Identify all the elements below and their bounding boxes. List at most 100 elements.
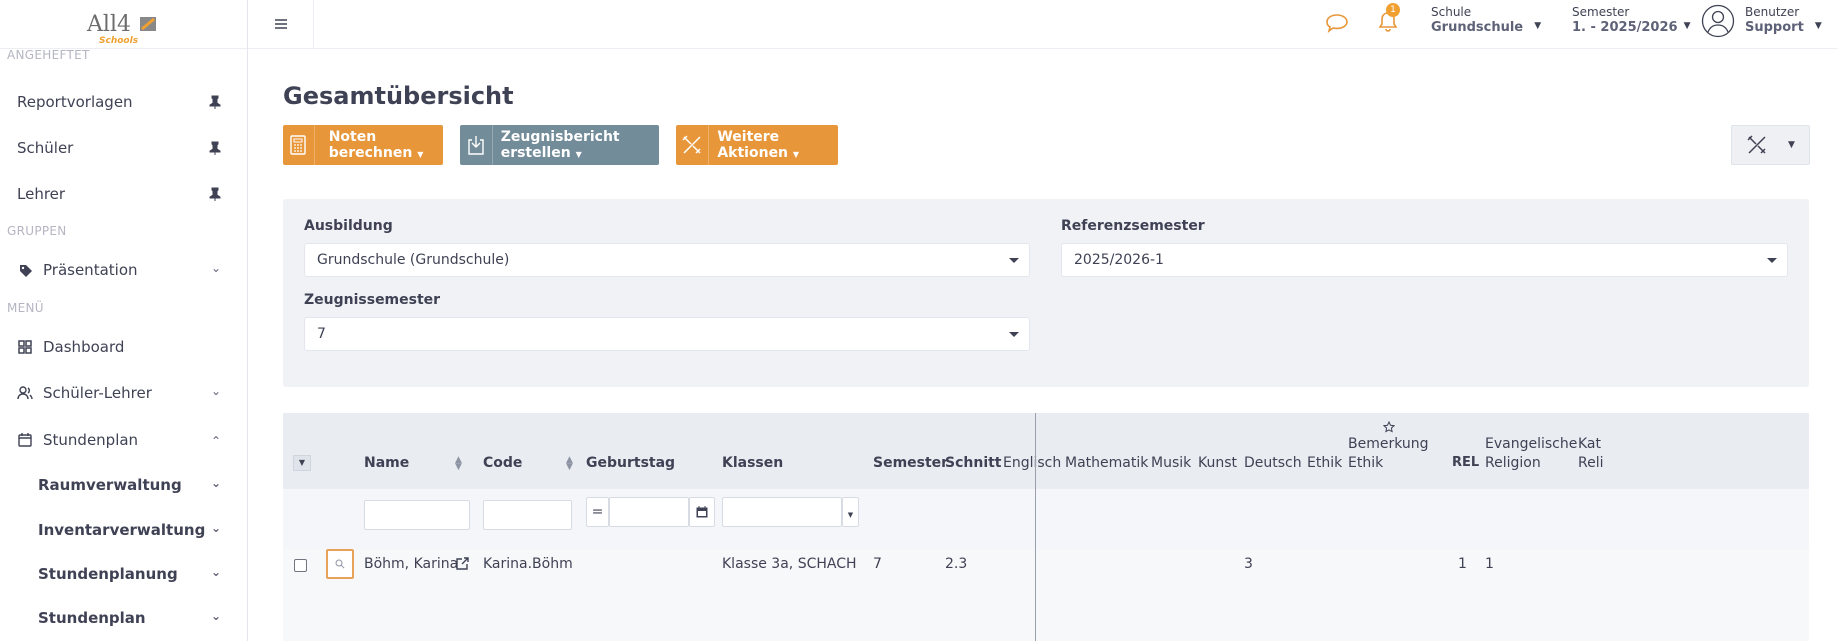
dropdown-arrow-icon (1009, 258, 1019, 263)
more-actions-button[interactable]: Weitere Aktionen ▼ (676, 125, 838, 165)
section-groups: GRUPPEN (7, 224, 67, 238)
caret-down-icon: ▼ (1814, 21, 1822, 31)
sort-icon[interactable]: ▲ ▼ (455, 456, 462, 472)
dashboard-grid-icon (17, 339, 33, 355)
more-actions-label: Weitere Aktionen (717, 129, 789, 161)
ausbildung-select[interactable]: Grundschule (Grundschule) (304, 243, 1030, 277)
semester-value: 1. - 2025/2026 (1572, 20, 1678, 35)
pin-icon[interactable] (209, 187, 221, 201)
external-link-icon[interactable] (456, 557, 469, 570)
row-checkbox[interactable] (294, 559, 307, 572)
sidebar-item-schueler[interactable]: Schüler (0, 130, 247, 166)
filter-panel: Ausbildung Grundschule (Grundschule) Ref… (283, 199, 1809, 387)
tag-icon (17, 262, 33, 278)
caret-down-icon: ▼ (1683, 21, 1691, 31)
column-header-evangelische-religion-sub: Religion (1485, 455, 1541, 471)
section-pinned: ANGEHEFTET (7, 48, 90, 62)
zeugnissemester-select[interactable]: 7 (304, 317, 1030, 351)
menu-toggle-button[interactable] (248, 0, 314, 48)
geburtstag-filter-input[interactable] (609, 497, 689, 527)
sidebar-item-label: Schüler-Lehrer (43, 384, 152, 402)
column-header-deutsch[interactable]: Deutsch (1244, 455, 1302, 471)
code-filter-input[interactable] (483, 500, 572, 530)
sidebar-item-label: Lehrer (17, 185, 66, 203)
column-header-mathematik[interactable]: Mathematik (1065, 455, 1148, 471)
sidebar: All4 Schools ANGEHEFTET Reportvorlagen Sc… (0, 0, 248, 641)
logo-mark-icon (139, 16, 156, 31)
column-header-ethik[interactable]: Ethik (1307, 455, 1342, 471)
column-header-geburtstag[interactable]: Geburtstag (586, 455, 675, 471)
sidebar-item-label: Stundenplan (43, 431, 139, 449)
grid-filter-row: = ▼ (283, 489, 1809, 549)
sidebar-item-dashboard[interactable]: Dashboard (0, 329, 247, 365)
cell-code: Karina.Böhm (483, 556, 573, 572)
column-header-kunst[interactable]: Kunst (1198, 455, 1237, 471)
column-header-bemerkung[interactable]: Bemerkung (1348, 436, 1429, 452)
klassen-filter-dropdown[interactable]: ▼ (842, 497, 859, 527)
referenzsemester-label: Referenzsemester (1061, 218, 1205, 234)
sidebar-item-lehrer[interactable]: Lehrer (0, 176, 247, 212)
settings-tools-button[interactable]: ▼ (1731, 125, 1810, 165)
column-header-name[interactable]: Name (364, 455, 409, 471)
column-header-rel[interactable]: REL (1452, 455, 1479, 470)
semester-selector[interactable]: Semester 1. - 2025/2026 ▼ (1572, 4, 1691, 36)
select-all-menu-button[interactable]: ▼ (293, 455, 311, 471)
cell-semester: 7 (873, 556, 882, 572)
column-header-musik[interactable]: Musik (1151, 455, 1191, 471)
sidebar-item-stundenplanung[interactable]: Stundenplanung ⌄ (0, 556, 247, 592)
hamburger-icon (274, 19, 287, 29)
date-operator-select[interactable]: = (586, 497, 609, 527)
sidebar-item-raumverwaltung[interactable]: Raumverwaltung ⌄ (0, 467, 247, 503)
sidebar-item-label: Dashboard (43, 338, 125, 356)
user-avatar-icon[interactable] (1701, 4, 1735, 38)
row-search-button[interactable] (326, 549, 354, 579)
sidebar-item-praesentation[interactable]: Präsentation ⌄ (0, 252, 247, 288)
dropdown-arrow-icon (1767, 258, 1777, 263)
column-header-evangelische-religion[interactable]: Evangelische (1485, 436, 1577, 452)
calculator-icon (290, 135, 307, 155)
column-header-schnitt[interactable]: Schnitt (945, 455, 1002, 471)
calendar-icon (696, 506, 708, 518)
caret-down-icon: ▼ (792, 150, 800, 159)
column-header-bemerkung-sub: Ethik (1348, 455, 1384, 471)
chat-icon[interactable] (1325, 12, 1349, 34)
column-header-klassen[interactable]: Klassen (722, 455, 783, 471)
users-icon (17, 385, 33, 401)
column-header-katholische-religion[interactable]: Kat (1578, 436, 1601, 452)
section-menu: MENÜ (7, 301, 44, 315)
grid-header: ▼ Name ▲ ▼ Code ▲ ▼ Geburtstag Klassen Sem… (283, 413, 1809, 489)
school-label: Schule (1431, 5, 1472, 19)
school-selector[interactable]: Schule Grundschule ▼ (1431, 4, 1541, 36)
sidebar-item-stundenplan-sub[interactable]: Stundenplan ⌄ (0, 600, 247, 636)
sidebar-item-label: Stundenplan (38, 609, 146, 627)
calendar-button[interactable] (689, 497, 715, 527)
sidebar-item-stundenplan[interactable]: Stundenplan ⌃ (0, 422, 247, 458)
tools-icon (682, 135, 701, 154)
user-value: Support (1745, 20, 1804, 35)
user-selector[interactable]: Benutzer Support ▼ (1745, 4, 1822, 36)
name-filter-input[interactable] (364, 500, 470, 530)
star-icon (1383, 421, 1395, 433)
cell-evangelische-religion: 1 (1485, 556, 1494, 572)
cell-schnitt: 2.3 (945, 556, 968, 572)
download-icon (468, 136, 484, 155)
create-report-button[interactable]: Zeugnisbericht erstellen ▼ (460, 125, 659, 165)
sidebar-item-schueler-lehrer[interactable]: Schüler-Lehrer ⌄ (0, 375, 247, 411)
sidebar-item-reportvorlagen[interactable]: Reportvorlagen (0, 84, 247, 120)
table-row[interactable]: Böhm, Karina Karina.Böhm Klasse 3a, SCHA… (283, 549, 1809, 641)
magnifier-icon (335, 559, 345, 569)
sort-icon[interactable]: ▲ ▼ (566, 456, 573, 472)
klassen-filter-input[interactable] (722, 497, 842, 527)
pin-icon[interactable] (209, 141, 221, 155)
ausbildung-label: Ausbildung (304, 218, 393, 234)
chevron-down-icon: ⌄ (210, 565, 221, 579)
sidebar-item-inventarverwaltung[interactable]: Inventarverwaltung ⌄ (0, 512, 247, 548)
referenzsemester-select[interactable]: 2025/2026-1 (1061, 243, 1788, 277)
ausbildung-value: Grundschule (Grundschule) (317, 252, 510, 268)
calculate-grades-button[interactable]: Noten berechnen ▼ (283, 125, 443, 165)
pin-icon[interactable] (209, 95, 221, 109)
column-header-code[interactable]: Code (483, 455, 522, 471)
column-header-semester[interactable]: Semester (873, 455, 948, 471)
column-header-englisch[interactable]: Englisch (1003, 455, 1061, 471)
logo[interactable]: All4 Schools (0, 0, 247, 49)
